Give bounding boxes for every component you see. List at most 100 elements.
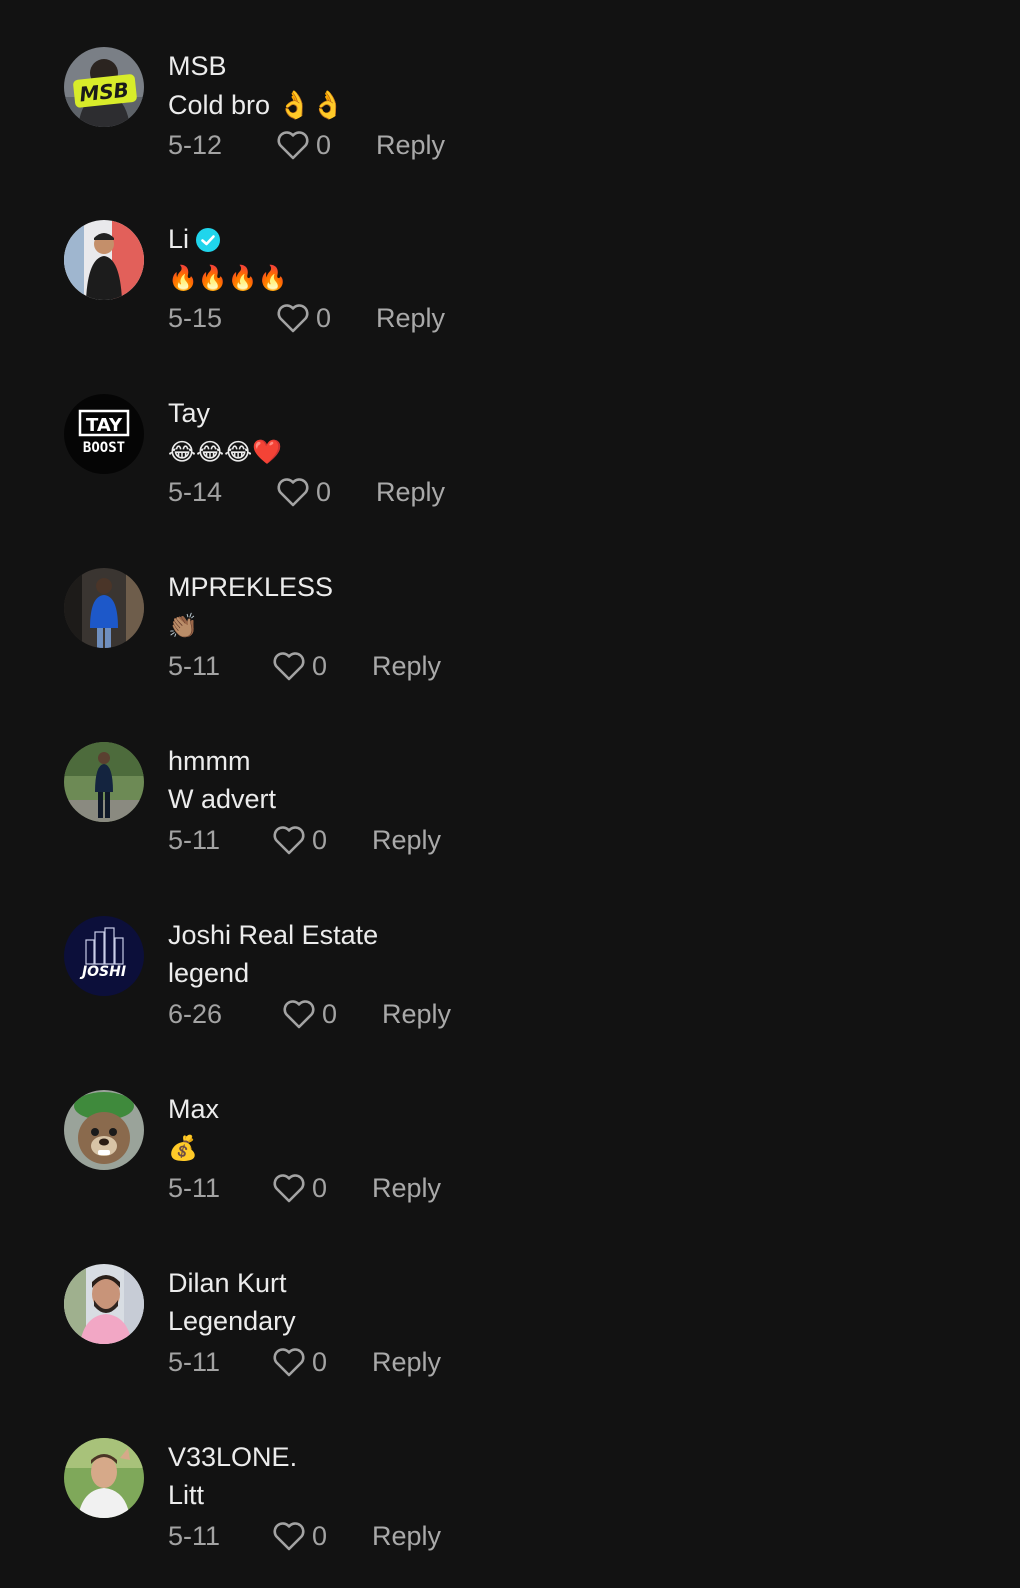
comment-username[interactable]: Li	[168, 224, 221, 255]
comment-item: Li 🔥🔥🔥🔥 5-15 0 Reply	[0, 220, 1020, 370]
like-count: 0	[316, 476, 332, 507]
heart-icon	[277, 478, 309, 507]
comment-meta: 5-11 0 Reply	[168, 648, 441, 684]
reply-button[interactable]: Reply	[372, 651, 441, 682]
boost-logo-text: BOOST	[83, 440, 125, 456]
comment-date: 5-11	[168, 1346, 221, 1377]
like-button[interactable]: 0	[272, 824, 372, 856]
comment-text: 👏🏽	[168, 612, 198, 640]
comment-meta: 6-26 0 Reply	[168, 996, 451, 1032]
comment-item: V33LONE. Litt 5-11 0 Reply	[0, 1438, 1020, 1588]
username-text: V33LONE.	[168, 1442, 298, 1472]
avatar[interactable]	[64, 220, 144, 300]
reply-button[interactable]: Reply	[372, 1521, 441, 1552]
comment-meta: 5-12 0 Reply	[168, 127, 445, 163]
username-text: MSB	[168, 51, 227, 81]
like-count: 0	[312, 1172, 328, 1203]
like-button[interactable]: 0	[272, 1520, 372, 1552]
like-count: 0	[312, 650, 328, 681]
heart-icon	[277, 304, 309, 333]
reply-button[interactable]: Reply	[372, 1173, 441, 1204]
comment-item: MSB MSB Cold bro 👌👌 5-12 0 Reply	[0, 47, 1020, 197]
reply-button[interactable]: Reply	[372, 825, 441, 856]
comment-date: 5-11	[168, 650, 221, 681]
reply-button[interactable]: Reply	[382, 999, 451, 1030]
heart-icon	[283, 1000, 315, 1029]
comment-date: 5-14	[168, 476, 223, 507]
reply-button[interactable]: Reply	[376, 303, 445, 334]
comment-username[interactable]: V33LONE.	[168, 1442, 297, 1473]
comment-text: W advert	[168, 784, 277, 814]
joshi-logo-text: JOSHI	[79, 964, 126, 980]
like-button[interactable]: 0	[272, 1172, 372, 1204]
like-button[interactable]: 0	[276, 129, 376, 161]
like-count: 0	[316, 129, 332, 160]
comment-text: Cold bro 👌👌	[168, 90, 345, 120]
comment-username[interactable]: hmmm	[168, 746, 251, 777]
comment-item: Max 💰 5-11 0 Reply	[0, 1090, 1020, 1240]
like-button[interactable]: 0	[272, 650, 372, 682]
avatar[interactable]	[64, 1264, 144, 1344]
comment-list: MSB MSB Cold bro 👌👌 5-12 0 Reply Li 🔥🔥🔥🔥…	[0, 0, 1020, 1586]
avatar[interactable]: MSB	[64, 47, 144, 127]
comment-meta: 5-11 0 Reply	[168, 1518, 441, 1554]
heart-icon	[277, 131, 309, 160]
like-button[interactable]: 0	[272, 1346, 372, 1378]
comment-username[interactable]: Joshi Real Estate	[168, 920, 378, 951]
comment-username[interactable]: Tay	[168, 398, 210, 429]
avatar[interactable]	[64, 1438, 144, 1518]
heart-icon	[273, 1348, 305, 1377]
username-text: Li	[168, 224, 190, 254]
reply-button[interactable]: Reply	[372, 1347, 441, 1378]
comment-text: 💰	[168, 1134, 198, 1162]
reply-button[interactable]: Reply	[376, 477, 445, 508]
comment-date: 5-11	[168, 824, 221, 855]
comment-username[interactable]: MPREKLESS	[168, 572, 333, 603]
comment-meta: 5-11 0 Reply	[168, 1344, 441, 1380]
avatar[interactable]: TAY BOOST	[64, 394, 144, 474]
comment-meta: 5-14 0 Reply	[168, 474, 445, 510]
comment-item: JOSHI Joshi Real Estate legend 6-26 0 Re…	[0, 916, 1020, 1066]
comment-date: 5-11	[168, 1172, 221, 1203]
avatar[interactable]	[64, 742, 144, 822]
tay-logo-text: TAY	[86, 415, 123, 436]
comment-item: MPREKLESS 👏🏽 5-11 0 Reply	[0, 568, 1020, 718]
avatar[interactable]	[64, 1090, 144, 1170]
comment-date: 5-12	[168, 129, 223, 160]
comment-date: 5-15	[168, 302, 223, 333]
like-button[interactable]: 0	[282, 998, 382, 1030]
like-count: 0	[312, 1346, 328, 1377]
comment-text: legend	[168, 958, 250, 988]
username-text: Max	[168, 1094, 220, 1124]
comment-item: hmmm W advert 5-11 0 Reply	[0, 742, 1020, 892]
heart-icon	[273, 826, 305, 855]
comment-item: Dilan Kurt Legendary 5-11 0 Reply	[0, 1264, 1020, 1414]
like-count: 0	[322, 998, 338, 1029]
username-text: Dilan Kurt	[168, 1268, 287, 1298]
comment-text: Litt	[168, 1480, 205, 1510]
username-text: MPREKLESS	[168, 572, 334, 602]
comment-username[interactable]: Dilan Kurt	[168, 1268, 287, 1299]
heart-icon	[273, 1174, 305, 1203]
reply-button[interactable]: Reply	[376, 130, 445, 161]
comment-meta: 5-11 0 Reply	[168, 822, 441, 858]
like-count: 0	[312, 824, 328, 855]
comment-item: TAY BOOST Tay 😂😂😂❤️ 5-14 0 Reply	[0, 394, 1020, 544]
avatar[interactable]	[64, 568, 144, 648]
heart-icon	[273, 652, 305, 681]
like-button[interactable]: 0	[276, 302, 376, 334]
like-count: 0	[312, 1520, 328, 1551]
like-count: 0	[316, 302, 332, 333]
comment-username[interactable]: Max	[168, 1094, 219, 1125]
username-text: hmmm	[168, 746, 251, 776]
username-text: Tay	[168, 398, 211, 428]
comment-meta: 5-11 0 Reply	[168, 1170, 441, 1206]
like-button[interactable]: 0	[276, 476, 376, 508]
comment-username[interactable]: MSB	[168, 51, 227, 82]
avatar[interactable]: JOSHI	[64, 916, 144, 996]
comment-date: 5-11	[168, 1520, 221, 1551]
comment-text: 🔥🔥🔥🔥	[168, 264, 288, 292]
comment-text: Legendary	[168, 1306, 296, 1336]
heart-icon	[273, 1522, 305, 1551]
comment-text: 😂😂😂❤️	[168, 438, 283, 466]
